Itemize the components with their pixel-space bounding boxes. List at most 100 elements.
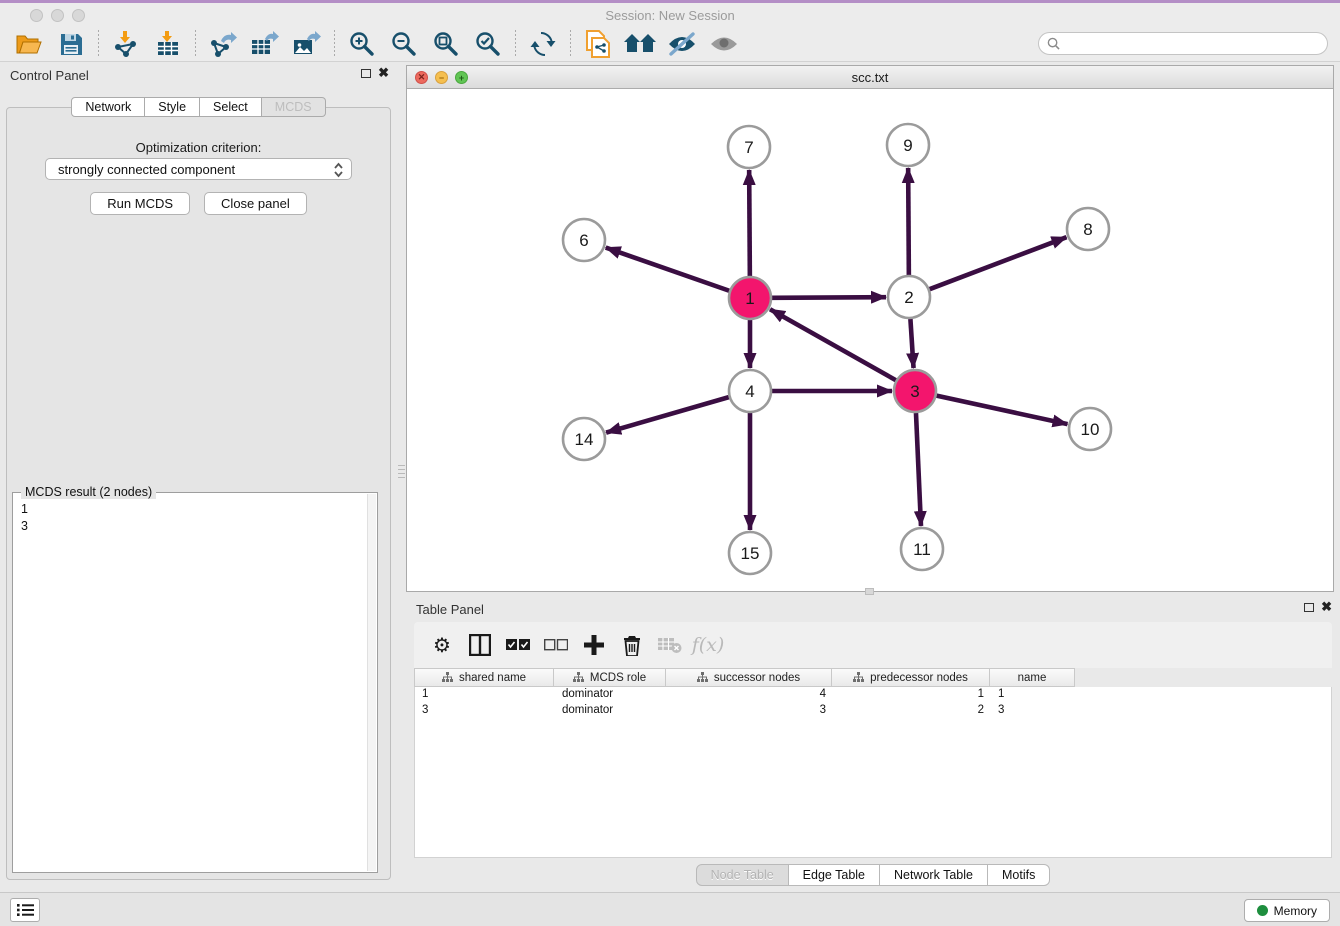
search-input[interactable] bbox=[1065, 37, 1319, 51]
svg-text:10: 10 bbox=[1081, 420, 1100, 439]
refresh-layout-icon[interactable] bbox=[526, 29, 560, 59]
zoom-fit-icon[interactable] bbox=[429, 29, 463, 59]
zoom-in-icon[interactable] bbox=[345, 29, 379, 59]
node-11[interactable]: 11 bbox=[901, 528, 943, 570]
edge-2-8[interactable] bbox=[930, 237, 1067, 289]
search-field[interactable] bbox=[1038, 32, 1328, 55]
tab-edge-table[interactable]: Edge Table bbox=[789, 864, 880, 886]
export-network-icon[interactable] bbox=[206, 29, 240, 59]
hide-eye-icon[interactable] bbox=[665, 29, 699, 59]
tab-network-table[interactable]: Network Table bbox=[880, 864, 988, 886]
node-9[interactable]: 9 bbox=[887, 124, 929, 166]
edge-2-9[interactable] bbox=[908, 168, 909, 275]
add-icon[interactable] bbox=[580, 631, 608, 659]
column-header-name[interactable]: name bbox=[990, 668, 1075, 687]
node-1[interactable]: 1 bbox=[729, 277, 771, 319]
criterion-dropdown[interactable]: strongly connected component bbox=[45, 158, 352, 180]
mcds-result-group: MCDS result (2 nodes) 1 3 bbox=[12, 492, 378, 873]
show-eye-icon[interactable] bbox=[707, 29, 741, 59]
window-title: Session: New Session bbox=[0, 8, 1340, 23]
delete-table-icon bbox=[656, 631, 684, 659]
node-table-body[interactable]: 1dominator4113dominator323 bbox=[414, 687, 1332, 858]
table-column-headers: shared nameMCDS rolesuccessor nodesprede… bbox=[414, 668, 1075, 687]
memory-button[interactable]: Memory bbox=[1244, 899, 1330, 922]
show-columns-icon[interactable] bbox=[466, 631, 494, 659]
table-row[interactable]: 1dominator411 bbox=[415, 687, 1331, 703]
edge-4-14[interactable] bbox=[606, 397, 729, 433]
column-header-shared-name[interactable]: shared name bbox=[414, 668, 554, 687]
panel-splitter-grip[interactable] bbox=[398, 455, 405, 487]
node-10[interactable]: 10 bbox=[1069, 408, 1111, 450]
column-header-MCDS-role[interactable]: MCDS role bbox=[554, 668, 666, 687]
export-table-icon[interactable] bbox=[248, 29, 282, 59]
zoom-selected-icon[interactable] bbox=[471, 29, 505, 59]
network-title: scc.txt bbox=[407, 70, 1333, 85]
zoom-out-icon[interactable] bbox=[387, 29, 421, 59]
edge-1-6[interactable] bbox=[606, 248, 730, 291]
import-network-icon[interactable] bbox=[109, 29, 143, 59]
column-header-predecessor-nodes[interactable]: predecessor nodes bbox=[832, 668, 990, 687]
memory-label: Memory bbox=[1274, 904, 1317, 918]
edge-1-7[interactable] bbox=[749, 170, 750, 276]
edge-3-11[interactable] bbox=[916, 413, 921, 526]
list-icon bbox=[17, 903, 34, 917]
control-panel-title: Control Panel bbox=[10, 68, 89, 83]
table-row[interactable]: 3dominator323 bbox=[415, 703, 1331, 719]
tree-icon bbox=[853, 672, 864, 683]
tab-mcds[interactable]: MCDS bbox=[262, 97, 326, 117]
network-canvas[interactable]: 7 9 6 8 1 2 4 3 14 10 15 11 bbox=[407, 89, 1333, 591]
import-table-icon[interactable] bbox=[151, 29, 185, 59]
open-session-icon[interactable] bbox=[12, 29, 46, 59]
select-all-icon[interactable] bbox=[504, 631, 532, 659]
run-mcds-button[interactable]: Run MCDS bbox=[90, 192, 190, 215]
edge-2-3[interactable] bbox=[910, 319, 913, 368]
svg-text:6: 6 bbox=[579, 231, 588, 250]
svg-text:4: 4 bbox=[745, 382, 754, 401]
trash-icon[interactable] bbox=[618, 631, 646, 659]
toolbar-separator bbox=[195, 30, 196, 58]
node-3[interactable]: 3 bbox=[894, 370, 936, 412]
toolbar-separator bbox=[334, 30, 335, 58]
node-4[interactable]: 4 bbox=[729, 370, 771, 412]
edge-3-1[interactable] bbox=[770, 309, 896, 380]
float-panel-icon[interactable] bbox=[361, 69, 371, 78]
tab-network[interactable]: Network bbox=[71, 97, 145, 117]
export-image-icon[interactable] bbox=[290, 29, 324, 59]
svg-text:1: 1 bbox=[745, 289, 754, 308]
table-panel-title: Table Panel bbox=[416, 602, 484, 617]
network-window-titlebar[interactable]: ✕ − + scc.txt bbox=[407, 66, 1333, 89]
node-8[interactable]: 8 bbox=[1067, 208, 1109, 250]
tab-select[interactable]: Select bbox=[200, 97, 262, 117]
task-history-button[interactable] bbox=[10, 898, 40, 922]
svg-text:11: 11 bbox=[913, 540, 931, 559]
close-table-panel-icon[interactable]: ✖ bbox=[1321, 601, 1332, 613]
edge-1-2[interactable] bbox=[772, 297, 886, 298]
node-2[interactable]: 2 bbox=[888, 276, 930, 318]
deselect-all-icon[interactable] bbox=[542, 631, 570, 659]
tab-motifs[interactable]: Motifs bbox=[988, 864, 1050, 886]
result-scrollbar[interactable] bbox=[367, 494, 376, 871]
svg-text:7: 7 bbox=[744, 138, 753, 157]
tab-style[interactable]: Style bbox=[145, 97, 200, 117]
close-panel-button[interactable]: Close panel bbox=[204, 192, 307, 215]
dropdown-stepper-icon bbox=[333, 162, 344, 181]
gear-icon[interactable]: ⚙ bbox=[428, 631, 456, 659]
save-session-icon[interactable] bbox=[54, 29, 88, 59]
horizontal-splitter-grip[interactable] bbox=[865, 588, 874, 595]
close-panel-icon[interactable]: ✖ bbox=[378, 67, 389, 79]
toolbar-separator bbox=[515, 30, 516, 58]
column-header-successor-nodes[interactable]: successor nodes bbox=[666, 668, 832, 687]
node-6[interactable]: 6 bbox=[563, 219, 605, 261]
function-builder-icon: f(x) bbox=[694, 631, 722, 659]
svg-text:15: 15 bbox=[741, 544, 760, 563]
mcds-pane: Optimization criterion: strongly connect… bbox=[6, 107, 391, 880]
mcds-result-list[interactable]: 1 3 bbox=[13, 495, 367, 872]
edge-3-10[interactable] bbox=[936, 396, 1067, 424]
node-14[interactable]: 14 bbox=[563, 418, 605, 460]
float-table-panel-icon[interactable] bbox=[1304, 603, 1314, 612]
node-7[interactable]: 7 bbox=[728, 126, 770, 168]
node-15[interactable]: 15 bbox=[729, 532, 771, 574]
homes-icon[interactable] bbox=[623, 29, 657, 59]
tab-node-table[interactable]: Node Table bbox=[696, 864, 789, 886]
copy-document-icon[interactable] bbox=[581, 29, 615, 59]
